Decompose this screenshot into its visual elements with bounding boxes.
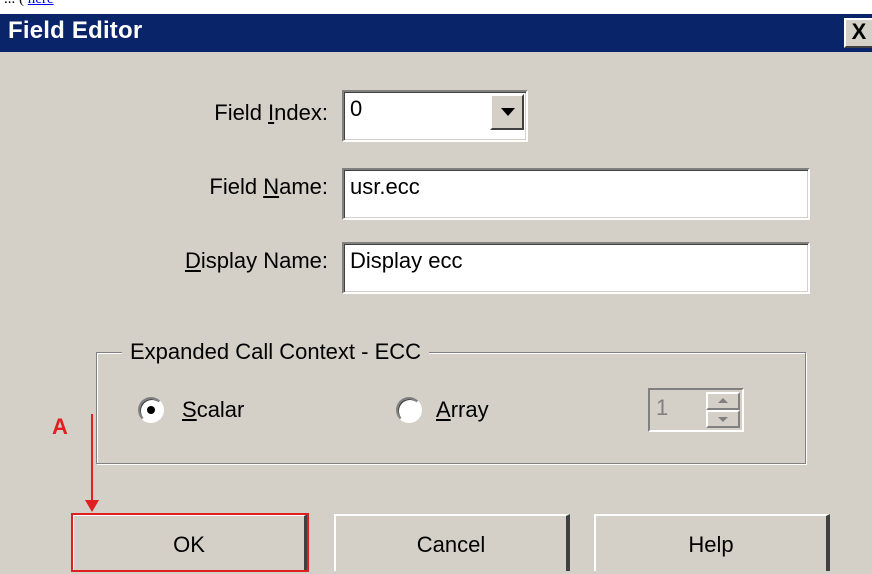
field-index-combobox[interactable]: 0 — [342, 90, 528, 142]
spin-down-icon[interactable] — [706, 410, 740, 428]
dialog-title: Field Editor — [8, 17, 143, 44]
chevron-down-icon[interactable] — [490, 94, 524, 130]
array-size-spinner[interactable]: 1 — [648, 388, 744, 432]
ok-button[interactable]: OK — [71, 513, 309, 572]
scalar-radio[interactable] — [138, 397, 164, 423]
display-name-label: Display Name: — [184, 248, 328, 273]
field-index-value: 0 — [350, 96, 363, 121]
field-name-label: Field Name: — [209, 174, 328, 199]
display-name-input[interactable]: Display ecc — [342, 242, 810, 294]
spin-up-icon[interactable] — [706, 392, 740, 410]
annotation-arrow-line — [91, 414, 93, 502]
scalar-radio-label[interactable]: Scalar — [182, 397, 244, 423]
background-page-strip: ... ( here — [0, 0, 872, 14]
annotation-arrow-head — [85, 500, 99, 512]
display-name-value: Display ecc — [350, 248, 463, 273]
array-radio[interactable] — [396, 397, 422, 423]
cancel-button[interactable]: Cancel — [334, 514, 570, 571]
dialog-titlebar[interactable]: Field Editor — [0, 14, 872, 52]
background-page-link[interactable]: here — [28, 0, 54, 7]
ecc-group-title: Expanded Call Context - ECC — [122, 339, 430, 365]
close-button[interactable]: X — [844, 18, 872, 48]
field-name-value: usr.ecc — [350, 174, 420, 199]
field-name-input[interactable]: usr.ecc — [342, 168, 810, 220]
field-index-label: Field Index: — [214, 100, 328, 125]
help-button[interactable]: Help — [594, 514, 830, 571]
background-page-text: ... ( — [4, 0, 28, 7]
array-size-value: 1 — [656, 395, 669, 420]
array-radio-label[interactable]: Array — [436, 397, 489, 423]
annotation-letter: A — [52, 414, 68, 439]
